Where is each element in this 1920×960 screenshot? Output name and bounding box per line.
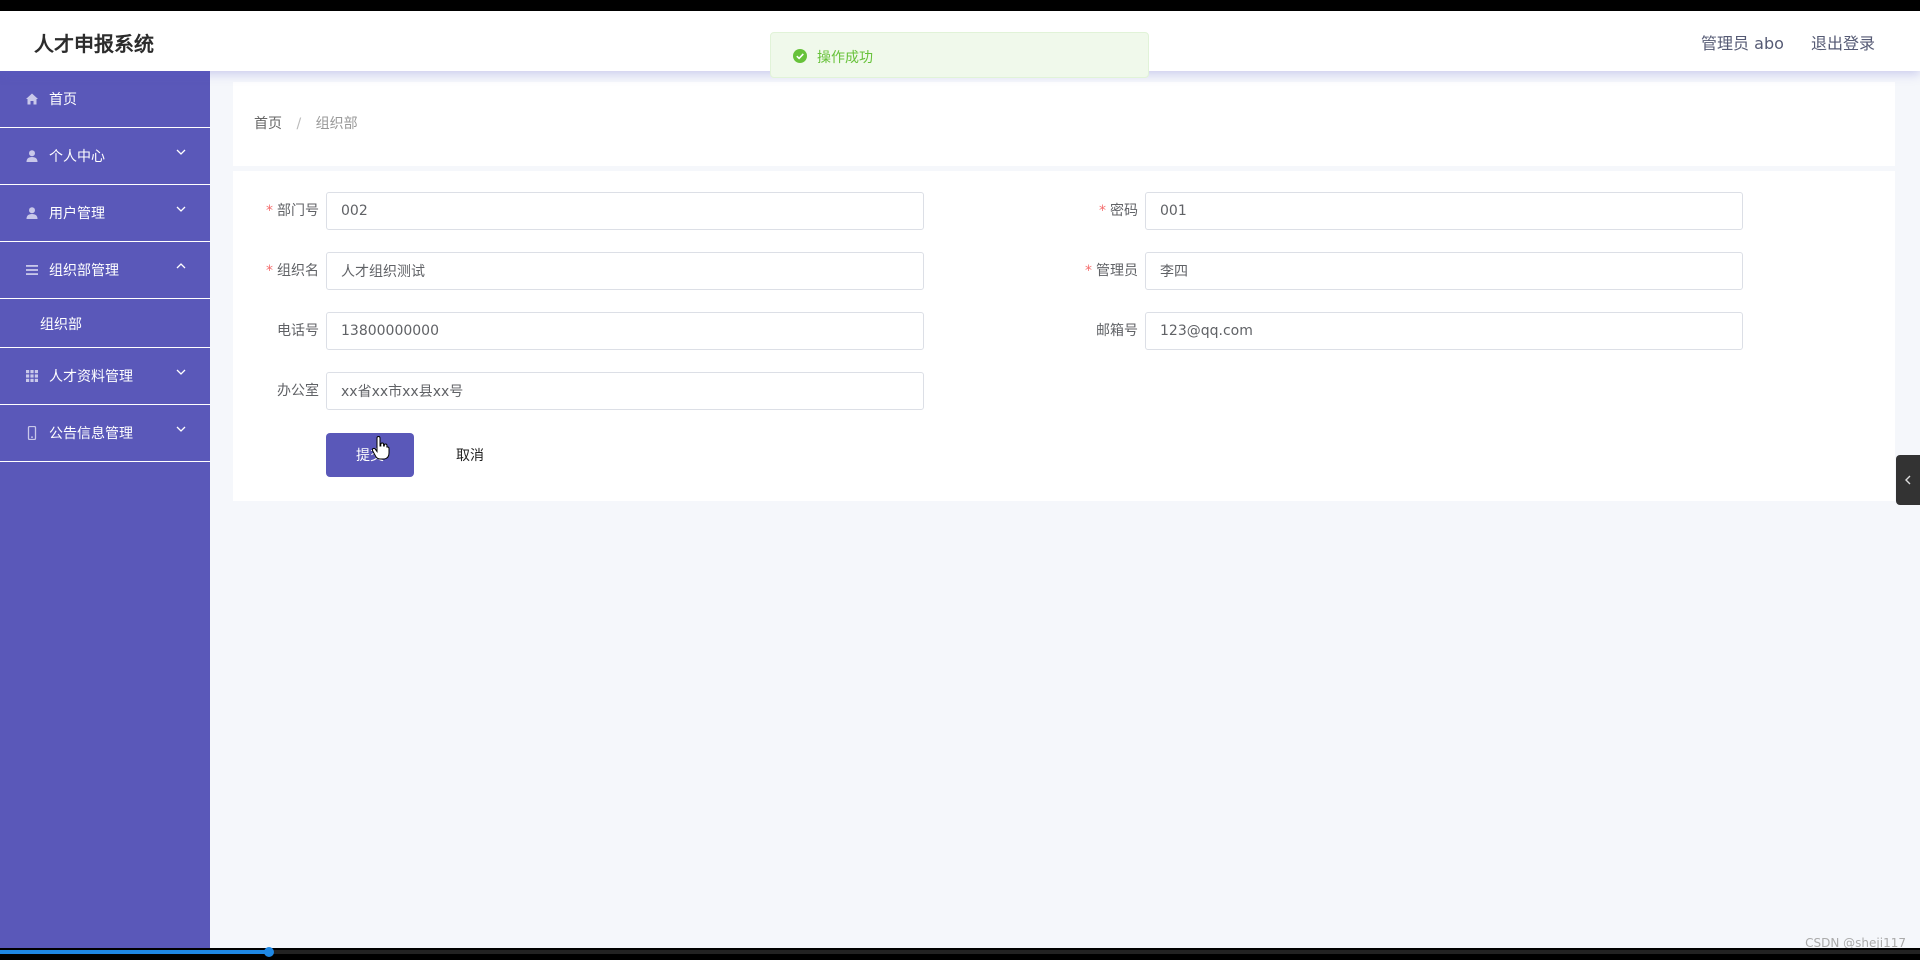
chevron-down-icon	[176, 369, 186, 375]
chevron-up-icon	[176, 263, 186, 269]
org-name-label: * 组织名	[266, 263, 319, 279]
org-name-input[interactable]	[326, 252, 924, 290]
sidebar-item-label: 人才资料管理	[49, 369, 133, 385]
success-toast: 操作成功	[770, 32, 1149, 78]
dept-no-input[interactable]	[326, 192, 924, 230]
sidebar-item-label: 个人中心	[49, 149, 105, 165]
sidebar-submenu: 组织部	[0, 299, 210, 348]
user-area: 管理员 abo 退出登录	[1679, 30, 1875, 54]
check-circle-icon	[793, 49, 807, 63]
breadcrumb-home[interactable]: 首页	[254, 116, 282, 132]
sidebar-item-label: 公告信息管理	[49, 426, 133, 442]
chevron-down-icon	[176, 426, 186, 432]
password-input[interactable]	[1145, 192, 1743, 230]
app-title: 人才申报系统	[34, 32, 154, 56]
video-progress-fill	[0, 950, 269, 954]
logout-link[interactable]: 退出登录	[1811, 34, 1875, 53]
home-icon	[26, 93, 38, 105]
sidebar-item-talent-data[interactable]: 人才资料管理	[0, 348, 210, 405]
phone-icon	[27, 426, 37, 440]
sidebar-item-org-management[interactable]: 组织部管理	[0, 242, 210, 299]
sidebar-item-label: 首页	[49, 92, 77, 108]
content-header: 首页 / 组织部	[233, 82, 1895, 166]
admin-label: * 管理员	[1085, 263, 1138, 279]
sidebar-item-label: 组织部管理	[49, 263, 119, 279]
sidebar-subitem-org-dept[interactable]: 组织部	[40, 314, 82, 334]
current-user-label: 管理员 abo	[1701, 34, 1784, 53]
email-label: 邮箱号	[1096, 323, 1138, 339]
breadcrumb-current: 组织部	[315, 116, 358, 132]
chevron-down-icon	[176, 206, 186, 212]
app-screen: 人才申报系统 管理员 abo 退出登录 操作成功 首页 个人中心 用户管理 组织…	[0, 11, 1920, 948]
submit-button[interactable]: 提交	[326, 433, 414, 477]
sidebar-item-personal-center[interactable]: 个人中心	[0, 128, 210, 185]
breadcrumb-separator: /	[296, 116, 302, 132]
chevron-left-icon	[1905, 475, 1911, 485]
cancel-button[interactable]: 取消	[434, 433, 506, 477]
sidebar: 首页 个人中心 用户管理 组织部管理 组织部 人才资料管理 公告信息管理	[0, 71, 210, 948]
user-icon	[26, 207, 38, 219]
video-progress-bar[interactable]	[0, 947, 1920, 957]
sidebar-item-notice-management[interactable]: 公告信息管理	[0, 405, 210, 462]
password-label: * 密码	[1099, 203, 1138, 219]
grid-icon	[26, 370, 38, 382]
chevron-down-icon	[176, 149, 186, 155]
breadcrumb: 首页 / 组织部	[254, 113, 358, 133]
phone-input[interactable]	[326, 312, 924, 350]
sidebar-item-label: 用户管理	[49, 206, 105, 222]
email-input[interactable]	[1145, 312, 1743, 350]
toast-message: 操作成功	[817, 50, 873, 66]
menu-icon	[26, 265, 38, 275]
user-icon	[26, 150, 38, 162]
sidebar-item-home[interactable]: 首页	[0, 71, 210, 128]
admin-input[interactable]	[1145, 252, 1743, 290]
dept-no-label: * 部门号	[266, 203, 319, 219]
sidebar-item-user-management[interactable]: 用户管理	[0, 185, 210, 242]
phone-label: 电话号	[277, 323, 319, 339]
video-progress-handle[interactable]	[263, 947, 274, 957]
office-label: 办公室	[277, 383, 319, 399]
org-form: *部门号 *密码 *组织名 *管理员 电话号 邮箱号 办公室 提交 取消	[233, 171, 1895, 501]
office-input[interactable]	[326, 372, 924, 410]
side-panel-toggle[interactable]	[1896, 455, 1920, 505]
watermark: CSDN @sheji117	[1805, 936, 1906, 948]
